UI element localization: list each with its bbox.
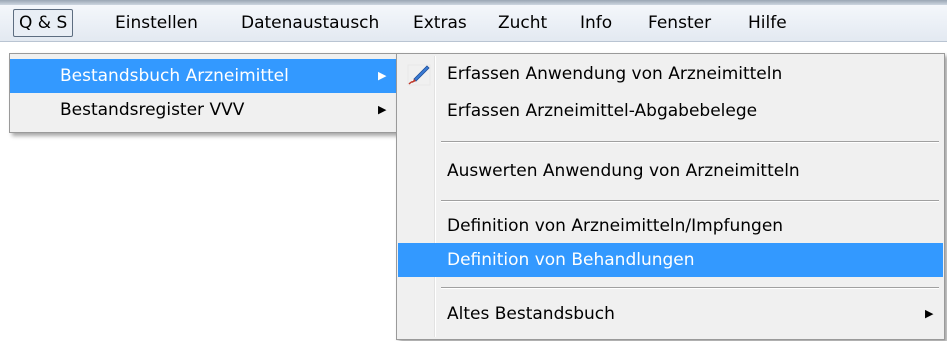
menu-item-label: Auswerten Anwendung von Arzneimitteln	[447, 161, 800, 181]
submenu-arrow-icon: ▶	[378, 103, 387, 116]
menu-separator	[441, 287, 939, 289]
menu-separator	[441, 200, 939, 202]
pen-icon	[407, 64, 431, 86]
menu-fenster[interactable]: Fenster	[648, 11, 711, 35]
menu-item-label: Altes Bestandsbuch	[447, 304, 615, 324]
menu-item-erfassen-abgabebelege[interactable]: Erfassen Arzneimittel-Abgabebelege	[397, 94, 944, 128]
bestandsbuch-submenu: Erfassen Anwendung von Arzneimitteln Erf…	[396, 53, 945, 340]
submenu-arrow-icon: ▶	[378, 69, 387, 82]
submenu-arrow-icon: ▶	[925, 307, 934, 320]
menu-datenaustausch[interactable]: Datenaustausch	[241, 11, 379, 35]
menu-item-label: Bestandsbuch Arzneimittel	[60, 66, 289, 86]
menu-einstellen[interactable]: Einstellen	[115, 11, 198, 35]
menu-item-bestandsregister-vvv[interactable]: Bestandsregister VVV ▶	[10, 93, 398, 127]
menu-bar: Q & S Einstellen Datenaustausch Extras Z…	[0, 5, 947, 42]
menu-item-label: Definition von Arzneimitteln/Impfungen	[447, 216, 784, 236]
menu-item-label: Bestandsregister VVV	[60, 100, 245, 120]
menu-item-bestandsbuch-arzneimittel[interactable]: Bestandsbuch Arzneimittel ▶	[10, 59, 398, 93]
menu-item-erfassen-anwendung[interactable]: Erfassen Anwendung von Arzneimitteln	[397, 57, 944, 91]
menu-extras[interactable]: Extras	[413, 11, 467, 35]
menu-item-label: Erfassen Arzneimittel-Abgabebelege	[447, 101, 758, 121]
menu-item-altes-bestandsbuch[interactable]: Altes Bestandsbuch ▶	[397, 297, 944, 331]
menu-item-definition-behandlungen[interactable]: Definition von Behandlungen	[398, 243, 943, 277]
menu-separator	[441, 141, 939, 143]
menu-info[interactable]: Info	[580, 11, 612, 35]
menu-item-label: Definition von Behandlungen	[447, 250, 695, 270]
menu-item-label: Erfassen Anwendung von Arzneimitteln	[447, 64, 783, 84]
menu-item-auswerten-anwendung[interactable]: Auswerten Anwendung von Arzneimitteln	[397, 154, 944, 188]
menu-hilfe[interactable]: Hilfe	[748, 11, 787, 35]
menu-zucht[interactable]: Zucht	[498, 11, 547, 35]
menu-item-definition-arzneimittel[interactable]: Definition von Arzneimitteln/Impfungen	[397, 209, 944, 243]
qs-dropdown-menu: Bestandsbuch Arzneimittel ▶ Bestandsregi…	[9, 53, 399, 133]
menu-q-s[interactable]: Q & S	[13, 9, 74, 37]
